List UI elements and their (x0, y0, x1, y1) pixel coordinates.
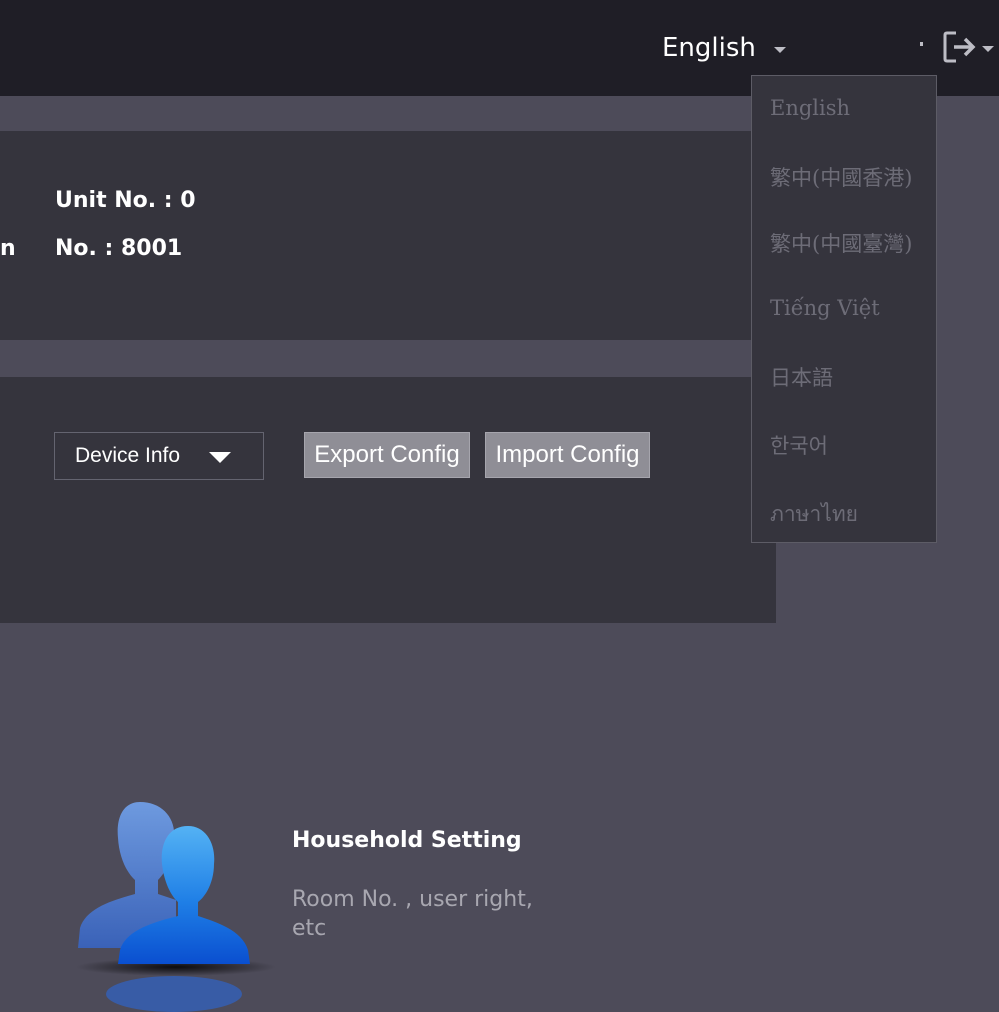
config-type-value: Device Info (75, 444, 181, 467)
language-option-korean[interactable]: 한국어 (770, 430, 828, 460)
logout-icon (943, 31, 976, 63)
language-dropdown-menu: English 繁中(中國香港) 繁中(中國臺灣) Tiếng Việt 日本語… (751, 75, 937, 543)
language-selected-label: English (662, 33, 756, 63)
language-option-thai[interactable]: ภาษาไทย (770, 498, 858, 531)
unit-number-label: Unit No. : 0 (55, 188, 196, 213)
language-select[interactable]: English (662, 28, 786, 68)
language-option-japanese[interactable]: 日本語 (770, 362, 833, 392)
logout-caret-icon (982, 46, 994, 52)
users-icon[interactable] (68, 790, 278, 1012)
room-label-partial: n (0, 236, 16, 261)
number-label: No. : 8001 (55, 236, 183, 261)
language-option-english[interactable]: English (770, 96, 850, 120)
config-panel (0, 377, 776, 623)
language-option-zh-tw[interactable]: 繁中(中國臺灣) (770, 228, 912, 258)
caret-down-icon (773, 47, 786, 53)
household-setting-title[interactable]: Household Setting (292, 828, 522, 853)
chevron-down-icon (209, 452, 231, 463)
config-type-select[interactable]: Device Info (54, 432, 264, 480)
language-option-vietnamese[interactable]: Tiếng Việt (770, 296, 880, 320)
logout-button[interactable] (942, 28, 999, 66)
separator-dot (920, 42, 923, 46)
export-config-button[interactable]: Export Config (304, 432, 470, 478)
language-option-zh-hk[interactable]: 繁中(中國香港) (770, 162, 912, 192)
household-setting-description: Room No. , user right, etc (292, 887, 533, 941)
import-config-button[interactable]: Import Config (485, 432, 650, 478)
